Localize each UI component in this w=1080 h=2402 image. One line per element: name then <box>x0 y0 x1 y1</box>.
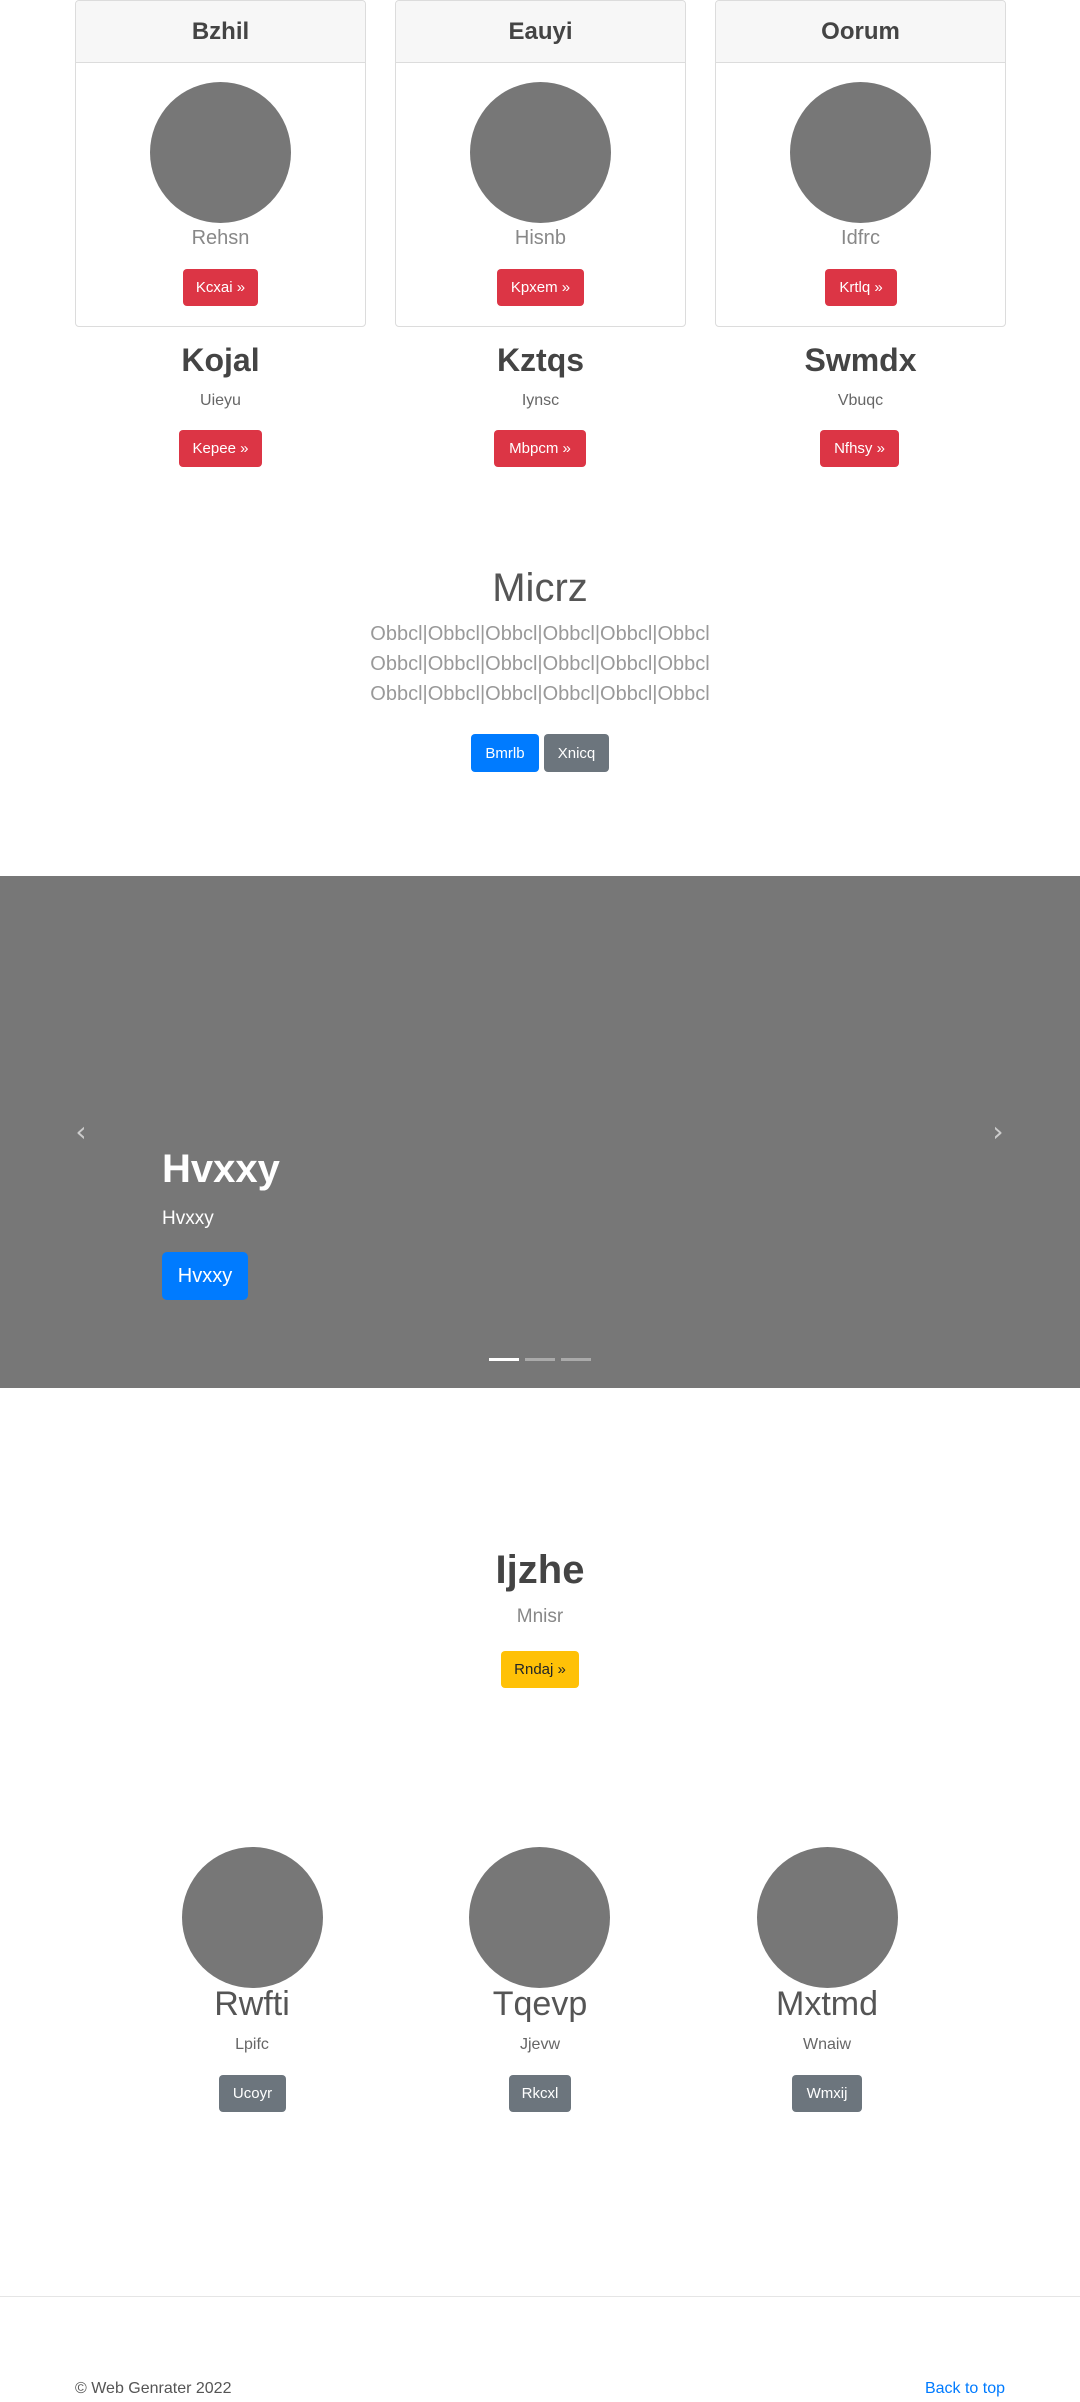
card-subtitle: Idfrc <box>841 227 880 249</box>
featurette-subtitle: Mnisr <box>516 1606 564 1627</box>
trio-title: Tqevp <box>492 1985 588 2023</box>
column-subtitle: Iynsc <box>521 392 560 409</box>
trio-subtitle: Wnaiw <box>802 2036 851 2053</box>
featurette-button[interactable]: Rndaj » <box>501 1651 579 1688</box>
card-eauyi: Eauyi Hisnb Kpxem » <box>395 0 686 327</box>
column-title: Kztqs <box>496 342 585 378</box>
trio-title: Rwfti <box>214 1985 290 2023</box>
card-button[interactable]: Kpxem » <box>497 269 584 306</box>
back-to-top-link[interactable]: Back to top <box>925 2380 1005 2398</box>
chevron-left-icon[interactable]: ‹ <box>70 1115 92 1148</box>
avatar-placeholder <box>757 1847 898 1988</box>
column-subtitle: Uieyu <box>200 392 241 409</box>
card-header: Eauyi <box>396 1 685 63</box>
carousel-indicator[interactable] <box>489 1358 519 1361</box>
card-oorum: Oorum Idfrc Krtlq » <box>715 0 1006 327</box>
card-bzhil: Bzhil Rehsn Kcxai » <box>75 0 366 327</box>
trio-subtitle: Lpifc <box>235 2036 269 2053</box>
carousel-button[interactable]: Hvxxy <box>162 1252 248 1300</box>
jumbotron-text-line: Obbcl|Obbcl|Obbcl|Obbcl|Obbcl|Obbcl <box>370 683 710 705</box>
column-title: Kojal <box>181 342 260 378</box>
card-button[interactable]: Kcxai » <box>183 269 258 306</box>
column-button[interactable]: Nfhsy » <box>820 430 899 467</box>
avatar-placeholder <box>469 1847 610 1988</box>
column-button[interactable]: Mbpcm » <box>494 430 586 467</box>
primary-button[interactable]: Bmrlb <box>471 734 539 772</box>
carousel-caption-title: Hvxxy <box>162 1147 280 1191</box>
card-subtitle: Rehsn <box>191 227 250 249</box>
trio-button[interactable]: Ucoyr <box>219 2075 286 2112</box>
carousel-indicator[interactable] <box>561 1358 591 1361</box>
carousel-indicator[interactable] <box>525 1358 555 1361</box>
featurette-title: Ijzhe <box>495 1548 585 1592</box>
avatar-placeholder <box>790 82 931 223</box>
column-button[interactable]: Kepee » <box>179 430 262 467</box>
jumbotron-title: Micrz <box>492 566 588 610</box>
jumbotron-text-line: Obbcl|Obbcl|Obbcl|Obbcl|Obbcl|Obbcl <box>370 653 710 675</box>
secondary-button[interactable]: Xnicq <box>544 734 609 772</box>
jumbotron-text-line: Obbcl|Obbcl|Obbcl|Obbcl|Obbcl|Obbcl <box>370 623 710 645</box>
column-subtitle: Vbuqc <box>837 392 884 409</box>
column-title: Swmdx <box>804 342 917 378</box>
trio-title: Mxtmd <box>776 1985 878 2023</box>
chevron-right-icon[interactable]: › <box>987 1115 1009 1148</box>
card-header: Bzhil <box>76 1 365 63</box>
trio-button[interactable]: Wmxij <box>792 2075 862 2112</box>
footer-copyright: © Web Genrater 2022 <box>75 2380 232 2397</box>
carousel-caption-text: Hvxxy <box>162 1208 214 1229</box>
avatar-placeholder <box>470 82 611 223</box>
avatar-placeholder <box>150 82 291 223</box>
trio-button[interactable]: Rkcxl <box>509 2075 571 2112</box>
card-subtitle: Hisnb <box>514 227 567 249</box>
card-header: Oorum <box>716 1 1005 63</box>
carousel: ‹ › Hvxxy Hvxxy Hvxxy <box>0 876 1080 1388</box>
avatar-placeholder <box>182 1847 323 1988</box>
footer-divider <box>0 2296 1080 2297</box>
card-button[interactable]: Krtlq » <box>825 269 897 306</box>
trio-subtitle: Jjevw <box>519 2036 560 2053</box>
